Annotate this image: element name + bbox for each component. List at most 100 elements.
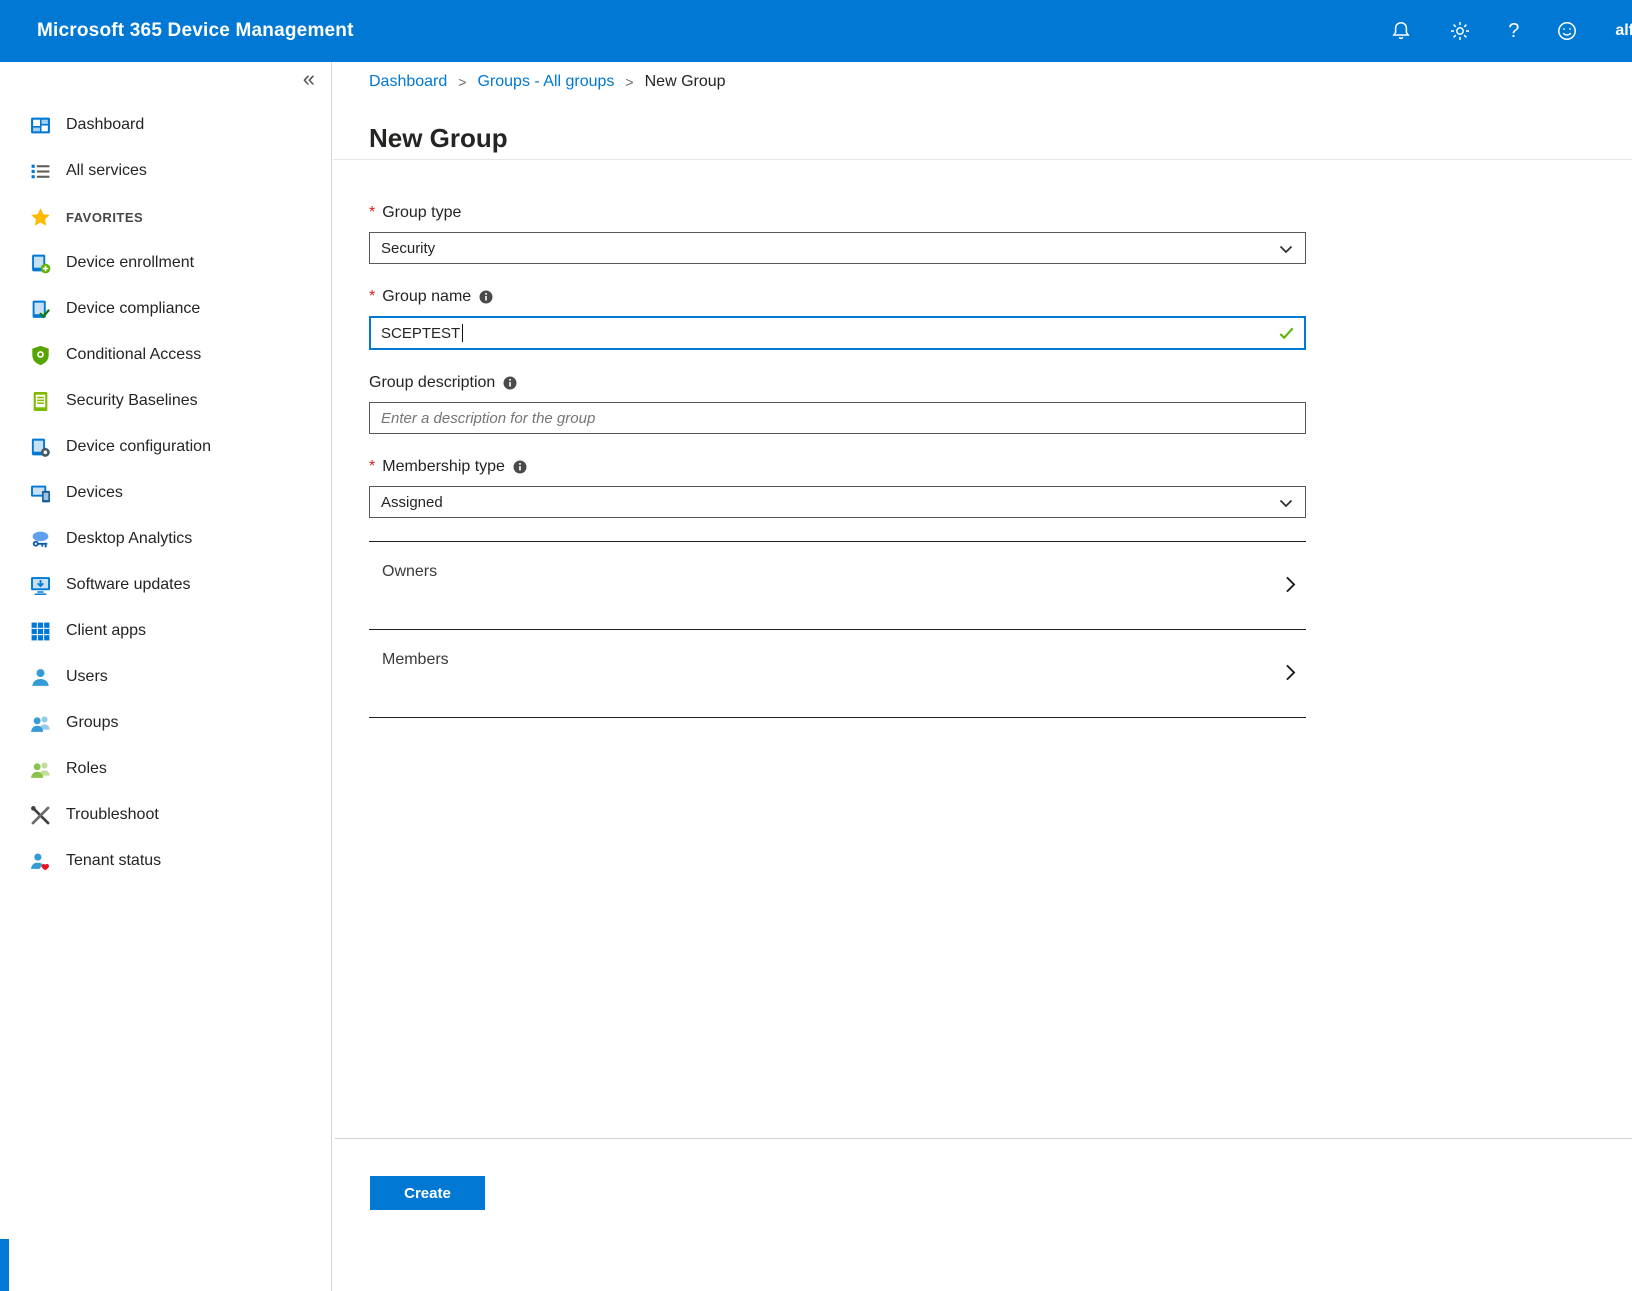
help-icon[interactable]: ? xyxy=(1508,20,1519,42)
sidebar-item-device-compliance[interactable]: Device compliance xyxy=(0,286,331,332)
software-updates-icon xyxy=(30,575,51,596)
device-enrollment-icon xyxy=(30,253,51,274)
device-compliance-icon xyxy=(30,299,51,320)
sidebar-item-label: Conditional Access xyxy=(66,346,201,364)
sidebar-item-label: Software updates xyxy=(66,576,191,594)
sidebar-item-label: Desktop Analytics xyxy=(66,530,192,548)
group-description-label: Group description xyxy=(369,374,495,392)
sidebar-item-desktop-analytics[interactable]: Desktop Analytics xyxy=(0,516,331,562)
group-type-value: Security xyxy=(381,240,435,257)
group-description-field: Group description xyxy=(369,373,1306,434)
sidebar-item-label: Troubleshoot xyxy=(66,806,159,824)
chevron-right-icon xyxy=(1281,575,1300,594)
new-group-form: * Group type Security * Group name SCEPT… xyxy=(369,203,1306,718)
membership-type-label-row: * Membership type xyxy=(369,457,1306,477)
chevron-down-icon xyxy=(1278,241,1294,257)
feedback-smiley-icon[interactable] xyxy=(1556,20,1578,42)
sidebar-item-groups[interactable]: Groups xyxy=(0,700,331,746)
roles-icon xyxy=(30,759,51,780)
owners-row[interactable]: Owners xyxy=(369,542,1306,630)
membership-type-value: Assigned xyxy=(381,494,443,511)
sidebar-item-label: Devices xyxy=(66,484,123,502)
group-name-value: SCEPTEST xyxy=(381,325,460,342)
settings-gear-icon[interactable] xyxy=(1449,20,1471,42)
sidebar-item-software-updates[interactable]: Software updates xyxy=(0,562,331,608)
group-type-select[interactable]: Security xyxy=(369,232,1306,264)
blade-link-rows: Owners Members xyxy=(369,541,1306,718)
notifications-bell-icon[interactable] xyxy=(1390,20,1412,42)
top-bar: Microsoft 365 Device Management ? alf xyxy=(0,0,1632,62)
breadcrumb-separator: > xyxy=(458,74,466,90)
membership-type-field: * Membership type Assigned xyxy=(369,457,1306,518)
group-description-input[interactable] xyxy=(369,402,1306,434)
membership-type-label: Membership type xyxy=(382,458,505,476)
security-baselines-icon xyxy=(30,391,51,412)
group-type-field: * Group type Security xyxy=(369,203,1306,264)
info-icon[interactable] xyxy=(513,460,527,474)
required-marker: * xyxy=(369,288,375,306)
main-content: Dashboard > Groups - All groups > New Gr… xyxy=(333,62,1632,1291)
topbar-actions: ? alf xyxy=(1390,20,1624,42)
sidebar-item-label: Groups xyxy=(66,714,118,732)
sidebar-item-label: Security Baselines xyxy=(66,392,198,410)
sidebar-item-client-apps[interactable]: Client apps xyxy=(0,608,331,654)
sidebar-item-tenant-status[interactable]: Tenant status xyxy=(0,838,331,884)
sidebar-item-label: Device configuration xyxy=(66,438,211,456)
sidebar-collapse-button[interactable]: « xyxy=(303,66,315,92)
account-menu[interactable]: alf xyxy=(1615,22,1632,40)
breadcrumb-dashboard[interactable]: Dashboard xyxy=(369,73,447,91)
group-type-label: Group type xyxy=(382,204,461,222)
group-name-input[interactable]: SCEPTEST xyxy=(369,316,1306,350)
info-icon[interactable] xyxy=(479,290,493,304)
favorites-label: FAVORITES xyxy=(66,210,143,225)
sidebar-item-dashboard[interactable]: Dashboard xyxy=(0,102,331,148)
users-icon xyxy=(30,667,51,688)
app-title: Microsoft 365 Device Management xyxy=(37,20,354,42)
sidebar-item-label: Device compliance xyxy=(66,300,200,318)
device-configuration-icon xyxy=(30,437,51,458)
breadcrumb-groups-all-groups[interactable]: Groups - All groups xyxy=(477,73,614,91)
groups-icon xyxy=(30,713,51,734)
client-apps-icon xyxy=(30,621,51,642)
sidebar-favorites-heading: FAVORITES xyxy=(0,194,331,240)
create-button[interactable]: Create xyxy=(370,1176,485,1210)
devices-icon xyxy=(30,483,51,504)
info-icon[interactable] xyxy=(503,376,517,390)
page-title: New Group xyxy=(369,123,508,154)
sidebar-item-conditional-access[interactable]: Conditional Access xyxy=(0,332,331,378)
members-row[interactable]: Members xyxy=(369,630,1306,718)
star-icon xyxy=(30,207,51,228)
left-edge-strip xyxy=(0,1239,9,1291)
troubleshoot-icon xyxy=(30,805,51,826)
chevron-right-icon xyxy=(1281,663,1300,682)
sidebar-item-security-baselines[interactable]: Security Baselines xyxy=(0,378,331,424)
sidebar-item-label: All services xyxy=(66,162,147,180)
group-description-label-row: Group description xyxy=(369,373,1306,393)
valid-check-icon xyxy=(1278,325,1295,342)
group-name-label-row: * Group name xyxy=(369,287,1306,307)
sidebar-item-users[interactable]: Users xyxy=(0,654,331,700)
membership-type-select[interactable]: Assigned xyxy=(369,486,1306,518)
sidebar-item-roles[interactable]: Roles xyxy=(0,746,331,792)
sidebar-item-troubleshoot[interactable]: Troubleshoot xyxy=(0,792,331,838)
sidebar-item-label: Roles xyxy=(66,760,107,778)
required-marker: * xyxy=(369,204,375,222)
dashboard-icon xyxy=(30,115,51,136)
chevron-down-icon xyxy=(1278,495,1294,511)
sidebar-item-device-enrollment[interactable]: Device enrollment xyxy=(0,240,331,286)
title-divider xyxy=(333,159,1632,160)
all-services-icon xyxy=(30,161,51,182)
sidebar-item-label: Device enrollment xyxy=(66,254,194,272)
sidebar-item-devices[interactable]: Devices xyxy=(0,470,331,516)
breadcrumb-current: New Group xyxy=(645,73,726,91)
text-caret xyxy=(462,324,463,342)
footer-divider xyxy=(335,1138,1632,1139)
group-type-label-row: * Group type xyxy=(369,203,1306,223)
sidebar-item-device-configuration[interactable]: Device configuration xyxy=(0,424,331,470)
tenant-status-icon xyxy=(30,851,51,872)
group-name-field: * Group name SCEPTEST xyxy=(369,287,1306,350)
breadcrumb: Dashboard > Groups - All groups > New Gr… xyxy=(369,73,726,91)
sidebar-item-label: Dashboard xyxy=(66,116,144,134)
owners-label: Owners xyxy=(382,563,437,581)
sidebar-item-all-services[interactable]: All services xyxy=(0,148,331,194)
